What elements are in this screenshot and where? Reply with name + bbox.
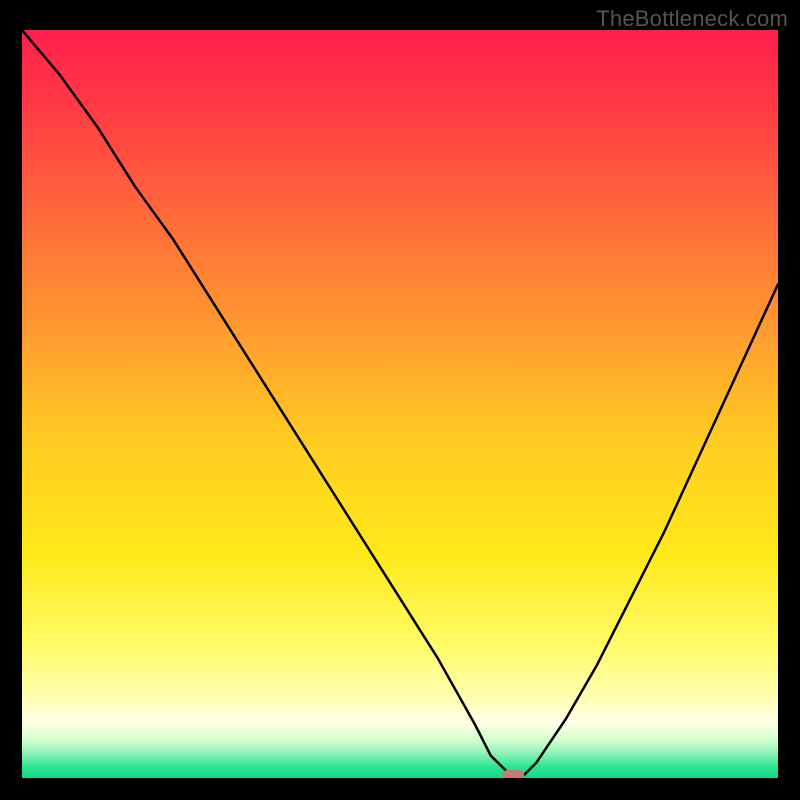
chart-svg [22, 30, 778, 778]
watermark-text: TheBottleneck.com [596, 6, 788, 32]
chart-frame: TheBottleneck.com [0, 0, 800, 800]
optimum-marker [502, 770, 524, 779]
gradient-backdrop [22, 30, 778, 778]
plot-area [22, 30, 778, 778]
